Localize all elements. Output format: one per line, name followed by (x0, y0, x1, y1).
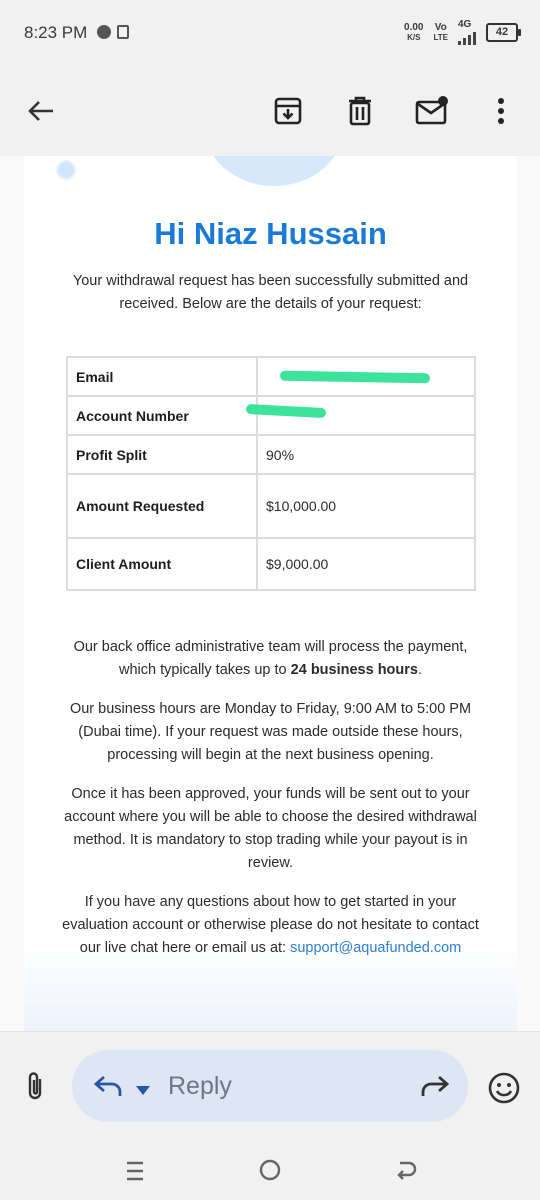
net-speed: 0.00 K/S (404, 21, 424, 42)
contact-paragraph: If you have any questions about how to g… (62, 894, 479, 956)
email-toolbar (0, 66, 540, 156)
archive-icon[interactable] (269, 92, 307, 130)
table-row: Client Amount $9,000.00 (66, 537, 476, 591)
reply-label: Reply (168, 1072, 232, 1100)
system-nav-bar (0, 1141, 540, 1200)
water-drop-icon (56, 160, 76, 180)
profit-split-label: Profit Split (66, 434, 258, 475)
signal-icon (458, 29, 476, 45)
status-bar: 8:23 PM 0.00 K/S Vo LTE 4G 42 (0, 0, 540, 66)
emoji-icon[interactable] (488, 1072, 520, 1109)
attachment-icon[interactable] (24, 1070, 46, 1107)
notification-icons (97, 25, 129, 39)
account-number-label: Account Number (66, 395, 258, 436)
amount-requested-label: Amount Requested (66, 473, 258, 539)
table-row: Account Number (66, 395, 476, 436)
status-time: 8:23 PM (24, 23, 88, 42)
email-body[interactable]: Hi Niaz Hussain Your withdrawal request … (0, 156, 540, 1031)
reply-field[interactable]: Reply (72, 1050, 468, 1122)
back-arrow-icon[interactable] (22, 92, 60, 130)
status-indicators: 0.00 K/S Vo LTE 4G 42 (404, 20, 521, 45)
approval-paragraph: Once it has been approved, your funds wi… (64, 786, 477, 871)
app-notification-icon (117, 25, 129, 39)
back-nav-icon[interactable] (394, 1159, 418, 1186)
table-row: Profit Split 90% (66, 434, 476, 475)
mark-unread-icon[interactable] (413, 92, 451, 130)
email-label: Email (66, 356, 258, 397)
reply-bar: Reply (0, 1031, 540, 1142)
chevron-down-icon[interactable] (136, 1082, 150, 1100)
request-details-table: Email Account Number Profit Split 90% Am… (66, 356, 476, 591)
battery-icon: 42 (486, 23, 521, 42)
profit-split-value: 90% (256, 434, 476, 475)
more-vert-icon[interactable] (482, 92, 520, 130)
recent-apps-icon[interactable] (124, 1160, 146, 1187)
trash-icon[interactable] (341, 92, 379, 130)
amount-requested-value: $10,000.00 (256, 473, 476, 539)
support-email-link[interactable]: support@aquafunded.com (290, 940, 461, 956)
volte-indicator: Vo LTE (433, 21, 448, 42)
greeting-heading: Hi Niaz Hussain (154, 216, 387, 251)
forward-arrow-icon[interactable] (421, 1074, 451, 1103)
header-decoration (204, 156, 344, 186)
client-amount-value: $9,000.00 (256, 537, 476, 591)
processing-paragraph: Our back office administrative team will… (73, 639, 468, 678)
table-row: Amount Requested $10,000.00 (66, 473, 476, 539)
email-card: Hi Niaz Hussain Your withdrawal request … (24, 156, 517, 1031)
home-icon[interactable] (258, 1158, 282, 1187)
business-hours-paragraph: Our business hours are Monday to Friday,… (69, 701, 472, 763)
chat-notification-icon (97, 25, 111, 39)
signal-indicator: 4G (458, 20, 476, 45)
client-amount-label: Client Amount (66, 537, 258, 591)
intro-text: Your withdrawal request has been success… (72, 273, 469, 312)
reply-arrow-icon[interactable] (92, 1074, 122, 1103)
